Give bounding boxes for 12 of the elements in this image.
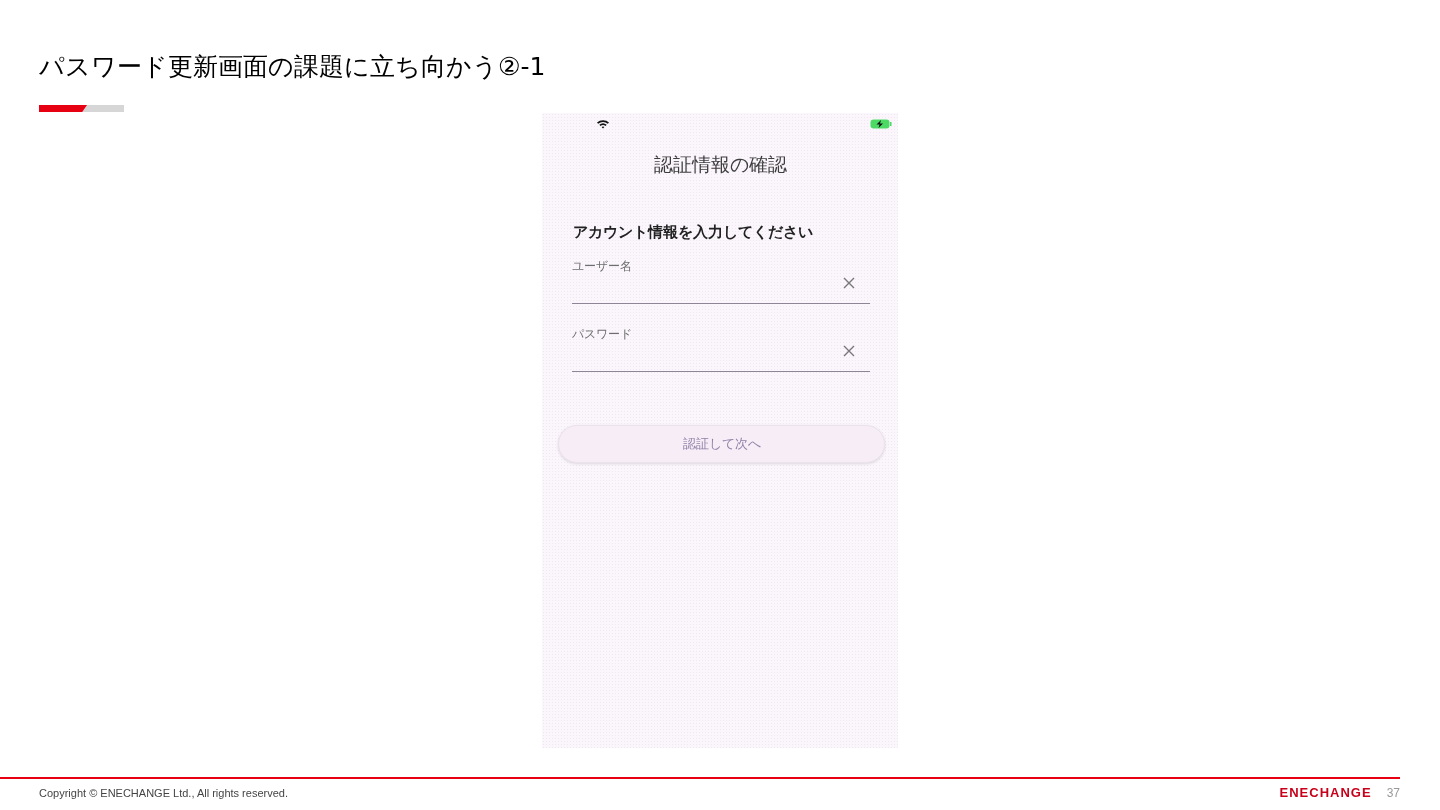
- slide-title: パスワード更新画面の課題に立ち向かう②-1: [39, 51, 547, 83]
- wifi-icon: [596, 119, 610, 129]
- form-heading: アカウント情報を入力してください: [573, 222, 814, 242]
- screen-title: 認証情報の確認: [652, 152, 788, 177]
- logo: ENECHANGE: [1279, 785, 1372, 800]
- text-field[interactable]: パスワード: [572, 326, 870, 372]
- page-number: 37: [1386, 785, 1400, 800]
- close-icon[interactable]: [843, 277, 855, 289]
- text-field[interactable]: ユーザー名: [572, 258, 870, 304]
- copyright-text: Copyright © ENECHANGE Ltd., All rights reserved.: [39, 786, 289, 799]
- close-icon[interactable]: [843, 345, 855, 357]
- battery-charging-icon: [870, 119, 892, 129]
